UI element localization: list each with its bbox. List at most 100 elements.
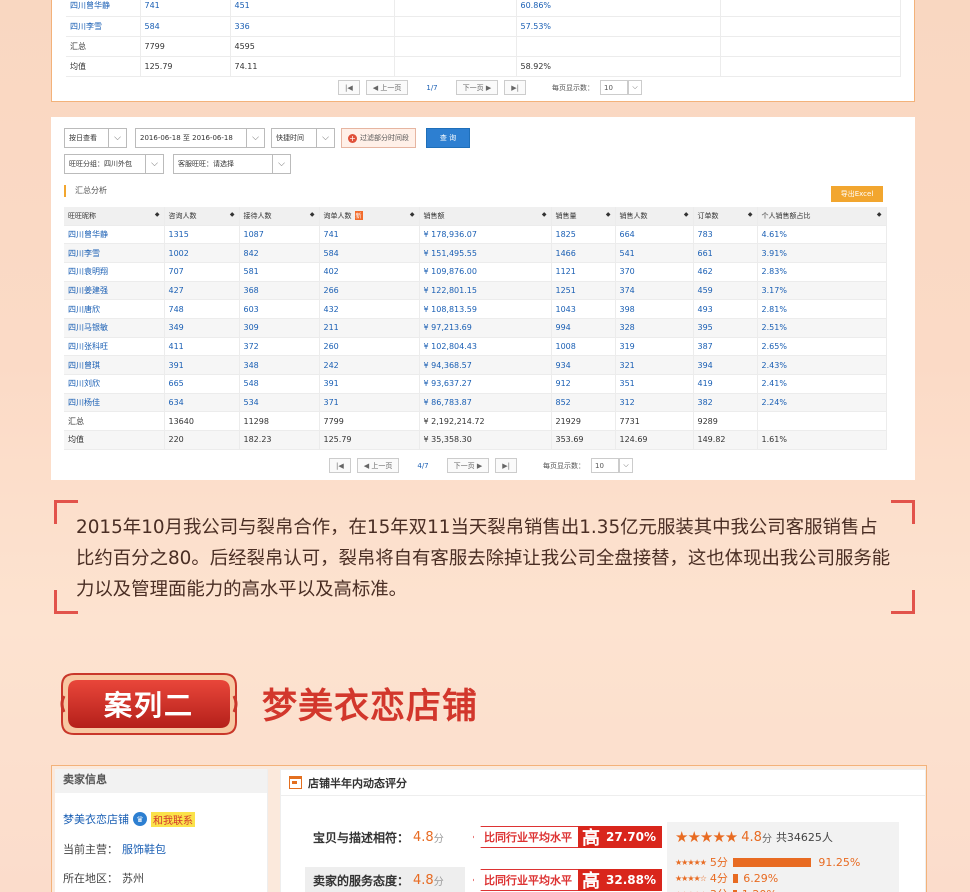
table-cell: 149.82 <box>693 430 758 450</box>
next-page-button[interactable]: 下一页 ▶ <box>455 80 499 95</box>
table-cell: 462 <box>693 262 758 282</box>
column-header[interactable]: 旺旺昵称 ◆ <box>64 207 165 226</box>
table-cell: 319 <box>615 337 694 357</box>
table-cell: 57.53% <box>516 16 721 37</box>
column-header[interactable]: 咨询人数 ◆ <box>164 207 240 226</box>
export-excel-button[interactable]: 导出Excel <box>831 186 883 202</box>
table-cell: 665 <box>164 374 240 394</box>
table-cell: 11298 <box>239 411 320 432</box>
sort-icon[interactable]: ◆ <box>410 211 415 218</box>
column-header-label: 销售额 <box>423 211 445 220</box>
prev-page-button[interactable]: ◀ 上一页 <box>365 80 409 95</box>
table-cell: 994 <box>551 318 616 338</box>
column-header[interactable]: 销售人数 ◆ <box>615 207 694 226</box>
chevron-down-icon[interactable]: ⌵ <box>627 80 642 95</box>
column-header-label: 询单人数 <box>323 211 352 220</box>
page-indicator: 1/7 <box>426 83 438 92</box>
table-row: 四川唐欣 748 603 432 ¥ 108,813.59 1043 398 493 2.81% <box>64 299 887 319</box>
chevron-down-icon[interactable]: ⌵ <box>618 458 633 473</box>
table-cell: 783 <box>693 225 758 245</box>
table-cell: 4.61% <box>757 225 887 245</box>
column-header[interactable]: 销售量 ◆ <box>551 207 616 226</box>
per-page-select[interactable]: 10 <box>599 80 628 95</box>
column-header[interactable]: 个人销售额占比 ◆ <box>757 207 887 226</box>
table-cell: 748 <box>164 299 240 319</box>
table-cell: 336 <box>230 16 395 37</box>
distribution-label: 5分 <box>709 856 728 869</box>
summary-stars-icon: ★★★★★ <box>675 828 738 846</box>
case-title: 梦美衣恋店铺 <box>262 687 479 727</box>
table-cell: 1008 <box>551 337 616 357</box>
table-cell: 411 <box>164 337 240 357</box>
service-name-cell[interactable]: 四川刘欣 <box>64 374 165 394</box>
query-button[interactable]: 查 询 <box>426 128 470 148</box>
shop-info-panel: 卖家信息 梦美衣恋店铺 ♛ 和我联系 当前主营： 服饰鞋包 所在地区： 苏州 店… <box>51 765 927 892</box>
main-business-label: 当前主营： <box>63 843 118 856</box>
table-row: 四川姜建强 427 368 266 ¥ 122,801.15 1251 374 459 3.17… <box>64 281 887 301</box>
main-business-link[interactable]: 服饰鞋包 <box>122 841 166 857</box>
table-cell: 125.79 <box>140 56 231 77</box>
first-page-button[interactable]: |◀ <box>329 458 351 473</box>
last-page-button[interactable]: ▶| <box>495 458 517 473</box>
service-name-cell[interactable]: 四川李雪 <box>64 243 165 263</box>
view-mode-select[interactable]: 按日查看 <box>64 128 109 148</box>
prev-page-button[interactable]: ◀ 上一页 <box>356 458 400 473</box>
sort-icon[interactable]: ◆ <box>310 211 315 218</box>
column-header[interactable]: 销售额 ◆ <box>419 207 552 226</box>
sort-icon[interactable]: ◆ <box>230 211 235 218</box>
per-page-label: 每页显示数： <box>542 461 585 470</box>
service-name-cell[interactable]: 四川袁明翔 <box>64 262 165 282</box>
distribution-row: ★★★★☆ 4分 6.29% <box>675 870 778 886</box>
rating-header: 店铺半年内动态评分 <box>308 776 407 790</box>
table-cell: 220 <box>164 430 240 450</box>
rating-row: 宝贝与描述相符： 4.8 分 <box>313 824 444 850</box>
next-page-button[interactable]: 下一页 ▶ <box>446 458 490 473</box>
service-name-cell[interactable]: 四川唐欣 <box>64 299 165 319</box>
table-cell: 2.41% <box>757 374 887 394</box>
chevron-down-icon[interactable]: ⌵ <box>247 128 265 148</box>
sort-icon[interactable]: ◆ <box>155 211 160 218</box>
table-cell: ¥ 93,637.27 <box>419 374 552 394</box>
first-page-button[interactable]: |◀ <box>338 80 360 95</box>
column-header[interactable]: 订单数 ◆ <box>693 207 758 226</box>
filter-time-button[interactable]: + 过滤部分时间段 <box>341 128 416 148</box>
sort-icon[interactable]: ◆ <box>606 211 611 218</box>
service-select[interactable]: 客服旺旺：请选择 <box>173 154 273 174</box>
table-row: 均值 220 182.23 125.79 ¥ 35,358.30 353.69 124.69… <box>64 430 887 450</box>
chevron-down-icon[interactable]: ⌵ <box>146 154 164 174</box>
per-page-select[interactable]: 10 <box>590 458 619 473</box>
group-select[interactable]: 旺旺分组：四川外包 <box>64 154 146 174</box>
chevron-down-icon[interactable]: ⌵ <box>109 128 127 148</box>
sort-icon[interactable]: ◆ <box>748 211 753 218</box>
column-header-label: 旺旺昵称 <box>68 211 96 220</box>
service-name-cell[interactable]: 四川曾琪 <box>64 355 165 375</box>
quote-corner-tl <box>54 500 78 524</box>
top-data-table: 四川曾华静 741 451 60.86% 四川李雪 584 336 57.53% 汇总 7799 4… <box>66 0 901 77</box>
table-cell: 707 <box>164 262 240 282</box>
chevron-down-icon[interactable]: ⌵ <box>317 128 335 148</box>
column-header[interactable]: 询单人数新 ◆ <box>319 207 420 226</box>
table-cell: ¥ 97,213.69 <box>419 318 552 338</box>
sort-icon[interactable]: ◆ <box>542 211 547 218</box>
table-cell: 391 <box>319 374 420 394</box>
service-name-cell[interactable]: 四川杨佳 <box>64 393 165 413</box>
chevron-down-icon[interactable]: ⌵ <box>273 154 291 174</box>
date-range-input[interactable]: 2016-06-18 至 2016-06-18 <box>135 128 247 148</box>
service-name-cell[interactable]: 四川曾华静 <box>64 225 165 245</box>
service-name-cell[interactable]: 四川张科旺 <box>64 337 165 357</box>
compare-label: 比同行业平均水平 <box>473 826 578 848</box>
quick-time-select[interactable]: 快捷时间 <box>271 128 317 148</box>
sort-icon[interactable]: ◆ <box>877 211 882 218</box>
service-name-cell[interactable]: 四川姜建强 <box>64 281 165 301</box>
table-cell: 581 <box>239 262 320 282</box>
contact-button[interactable]: 和我联系 <box>151 811 195 827</box>
table-cell <box>394 36 517 57</box>
column-header[interactable]: 接待人数 ◆ <box>239 207 320 226</box>
shop-link[interactable]: 梦美衣恋店铺 <box>63 811 129 827</box>
last-page-button[interactable]: ▶| <box>504 80 526 95</box>
service-name-cell[interactable]: 四川马银敏 <box>64 318 165 338</box>
table-cell: ¥ 35,358.30 <box>419 430 552 450</box>
table-row: 四川袁明翔 707 581 402 ¥ 109,876.00 1121 370 462 2.83… <box>64 262 887 282</box>
table-cell: 351 <box>615 374 694 394</box>
sort-icon[interactable]: ◆ <box>684 211 689 218</box>
